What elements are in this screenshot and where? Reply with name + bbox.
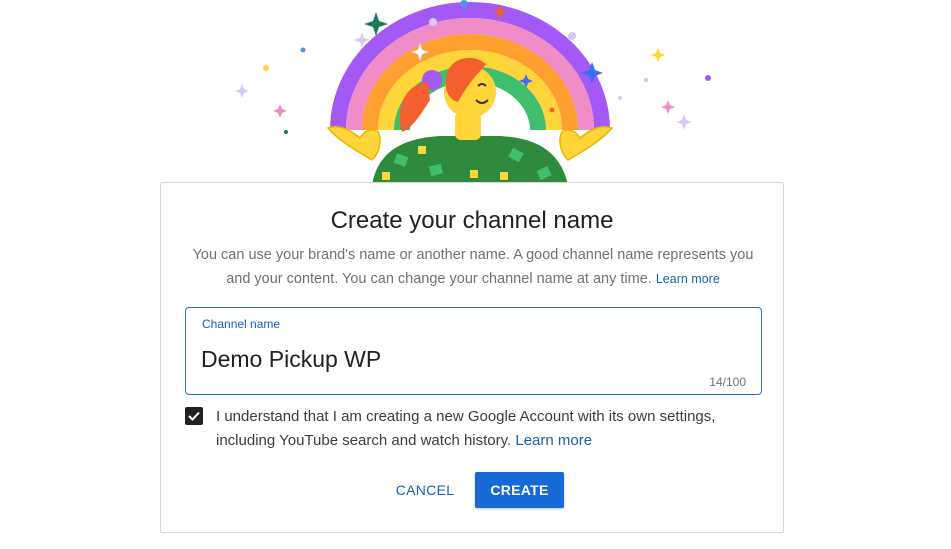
dialog-actions: CANCEL CREATE: [161, 472, 783, 508]
consent-statement: I understand that I am creating a new Go…: [216, 408, 716, 449]
checkmark-icon: [188, 411, 200, 421]
consent-learn-more-link[interactable]: Learn more: [515, 432, 592, 449]
hero-illustration: [0, 0, 951, 185]
channel-name-field[interactable]: Channel name 14/100: [185, 307, 762, 395]
consent-checkbox[interactable]: [185, 407, 203, 425]
cancel-button[interactable]: CANCEL: [383, 472, 467, 508]
create-button[interactable]: CREATE: [475, 472, 564, 508]
description-learn-more-link[interactable]: Learn more: [656, 272, 720, 286]
dialog-title: Create your channel name: [330, 207, 614, 234]
consent-text: I understand that I am creating a new Go…: [216, 405, 756, 453]
character-counter: 14/100: [709, 375, 746, 389]
channel-name-label: Channel name: [202, 317, 281, 331]
create-channel-dialog: Create your channel name You can use you…: [160, 182, 784, 533]
channel-name-input[interactable]: [201, 342, 741, 376]
dialog-description: You can use your brand's name or another…: [191, 243, 755, 291]
rainbow-person-illustration: [235, 0, 711, 185]
